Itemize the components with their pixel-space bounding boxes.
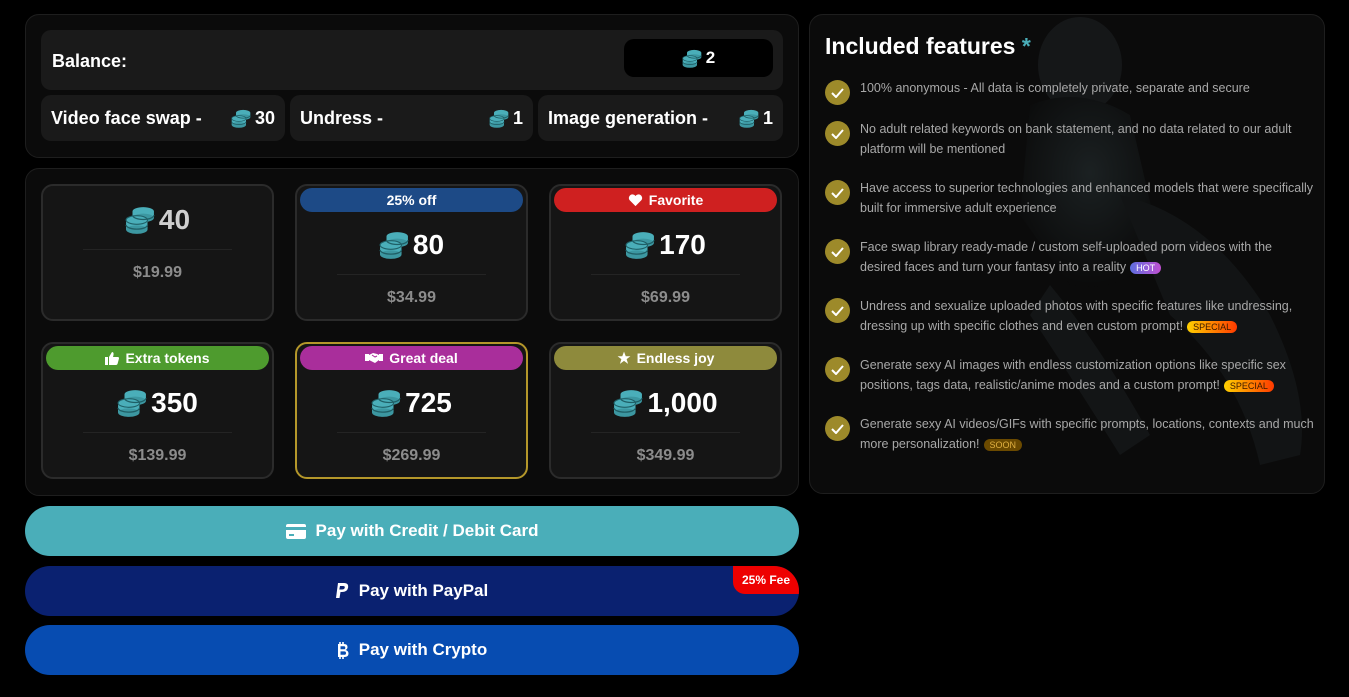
coins-icon <box>613 389 643 417</box>
pay-card-button[interactable]: Pay with Credit / Debit Card <box>25 506 799 556</box>
coins-icon <box>682 49 702 68</box>
package-card-350[interactable]: Extra tokens 350 $139.99 <box>41 342 274 479</box>
divider <box>83 249 232 250</box>
fee-badge: 25% Fee <box>733 566 799 594</box>
package-price: $69.99 <box>641 289 690 306</box>
check-icon <box>825 80 850 105</box>
package-price: $34.99 <box>387 289 436 306</box>
package-card-40[interactable]: 40 $19.99 <box>41 184 274 321</box>
check-icon <box>825 298 850 323</box>
coins-icon <box>379 231 409 259</box>
special-tag: SPECIAL <box>1223 379 1274 392</box>
package-card-170[interactable]: Favorite 170 $69.99 <box>549 184 782 321</box>
feature-text: Generate sexy AI videos/GIFs with specif… <box>860 417 1314 451</box>
coins-icon <box>231 109 251 128</box>
cost-label: Undress - <box>300 107 384 128</box>
title-asterisk: * <box>1021 33 1031 59</box>
cost-label: Image generation - <box>548 107 709 128</box>
coins-icon <box>371 389 401 417</box>
package-tokens: 725 <box>297 387 526 419</box>
features-panel: Included features * 100% anonymous - All… <box>809 14 1325 494</box>
package-price: $349.99 <box>636 447 695 464</box>
coins-icon <box>489 109 509 128</box>
pay-crypto-label: Pay with Crypto <box>358 640 488 659</box>
balance-panel: Balance: 2 Video face swap - 30 Undress … <box>25 14 799 158</box>
cost-value: 1 <box>762 107 773 128</box>
package-card-725[interactable]: Great deal 725 $269.99 <box>295 342 528 479</box>
pay-crypto-button[interactable]: Pay with Crypto <box>25 625 799 675</box>
handshake-icon <box>365 353 384 363</box>
paypal-icon <box>335 583 348 598</box>
feature-text: Generate sexy AI images with endless cus… <box>860 358 1286 392</box>
balance-value-box: 2 <box>624 39 773 77</box>
package-card-1000[interactable]: Endless joy 1,000 $349.99 <box>549 342 782 479</box>
package-badge: Favorite <box>554 188 777 212</box>
features-title: Included features * <box>825 33 1031 59</box>
feature-text: Have access to superior technologies and… <box>860 181 1314 215</box>
cost-video-face-swap: Video face swap - 30 <box>41 95 285 141</box>
cost-undress: Undress - 1 <box>290 95 533 141</box>
check-icon <box>825 180 850 205</box>
pay-card-label: Pay with Credit / Debit Card <box>315 521 539 540</box>
credit-card-icon <box>285 523 306 539</box>
special-tag: SPECIAL <box>1187 320 1238 333</box>
feature-item: Generate sexy AI images with endless cus… <box>825 355 1315 395</box>
divider <box>337 274 486 275</box>
package-tokens: 1,000 <box>551 387 780 419</box>
package-badge: Endless joy <box>554 346 777 370</box>
feature-text: Face swap library ready-made / custom se… <box>860 240 1273 274</box>
package-price: $269.99 <box>382 447 441 464</box>
package-card-80[interactable]: 25% off 80 $34.99 <box>295 184 528 321</box>
coins-icon <box>625 231 655 259</box>
star-icon <box>617 351 631 364</box>
balance-label: Balance: <box>52 51 128 71</box>
check-icon <box>825 121 850 146</box>
coins-icon <box>739 109 759 128</box>
cost-value: 1 <box>512 107 523 128</box>
package-tokens: 40 <box>43 204 272 236</box>
package-tokens: 170 <box>551 229 780 261</box>
thumbs-up-icon <box>105 351 120 365</box>
check-icon <box>825 239 850 264</box>
feature-item: No adult related keywords on bank statem… <box>825 119 1315 159</box>
divider <box>591 432 740 433</box>
feature-item: Have access to superior technologies and… <box>825 178 1315 218</box>
packages-panel: 40 $19.99 25% off 80 $34.99 Favorite 170… <box>25 168 799 496</box>
package-badge: 25% off <box>300 188 523 212</box>
package-tokens: 350 <box>43 387 272 419</box>
package-tokens: 80 <box>297 229 526 261</box>
hot-tag: HOT <box>1130 261 1162 274</box>
bitcoin-icon <box>337 641 349 659</box>
cost-value: 30 <box>254 107 275 128</box>
feature-item: 100% anonymous - All data is completely … <box>825 78 1315 105</box>
package-badge: Great deal <box>300 346 523 370</box>
check-icon <box>825 416 850 441</box>
cost-image-generation: Image generation - 1 <box>538 95 783 141</box>
balance-value: 2 <box>705 48 716 67</box>
coins-icon <box>125 206 155 234</box>
package-badge: Extra tokens <box>46 346 269 370</box>
pay-paypal-button[interactable]: Pay with PayPal 25% Fee <box>25 566 799 616</box>
balance-row: Balance: 2 <box>41 30 783 90</box>
divider <box>83 432 232 433</box>
soon-tag: SOON <box>983 438 1023 451</box>
coins-icon <box>117 389 147 417</box>
feature-text: 100% anonymous - All data is completely … <box>860 81 1250 95</box>
package-price: $139.99 <box>128 447 187 464</box>
pay-paypal-label: Pay with PayPal <box>358 581 489 600</box>
check-icon <box>825 357 850 382</box>
package-price: $19.99 <box>133 264 182 281</box>
cost-label: Video face swap - <box>51 107 202 128</box>
heart-icon <box>628 193 642 206</box>
feature-item: Face swap library ready-made / custom se… <box>825 237 1315 277</box>
divider <box>337 432 486 433</box>
feature-item: Undress and sexualize uploaded photos wi… <box>825 296 1315 336</box>
feature-text: No adult related keywords on bank statem… <box>860 122 1292 156</box>
feature-item: Generate sexy AI videos/GIFs with specif… <box>825 414 1315 454</box>
divider <box>591 274 740 275</box>
